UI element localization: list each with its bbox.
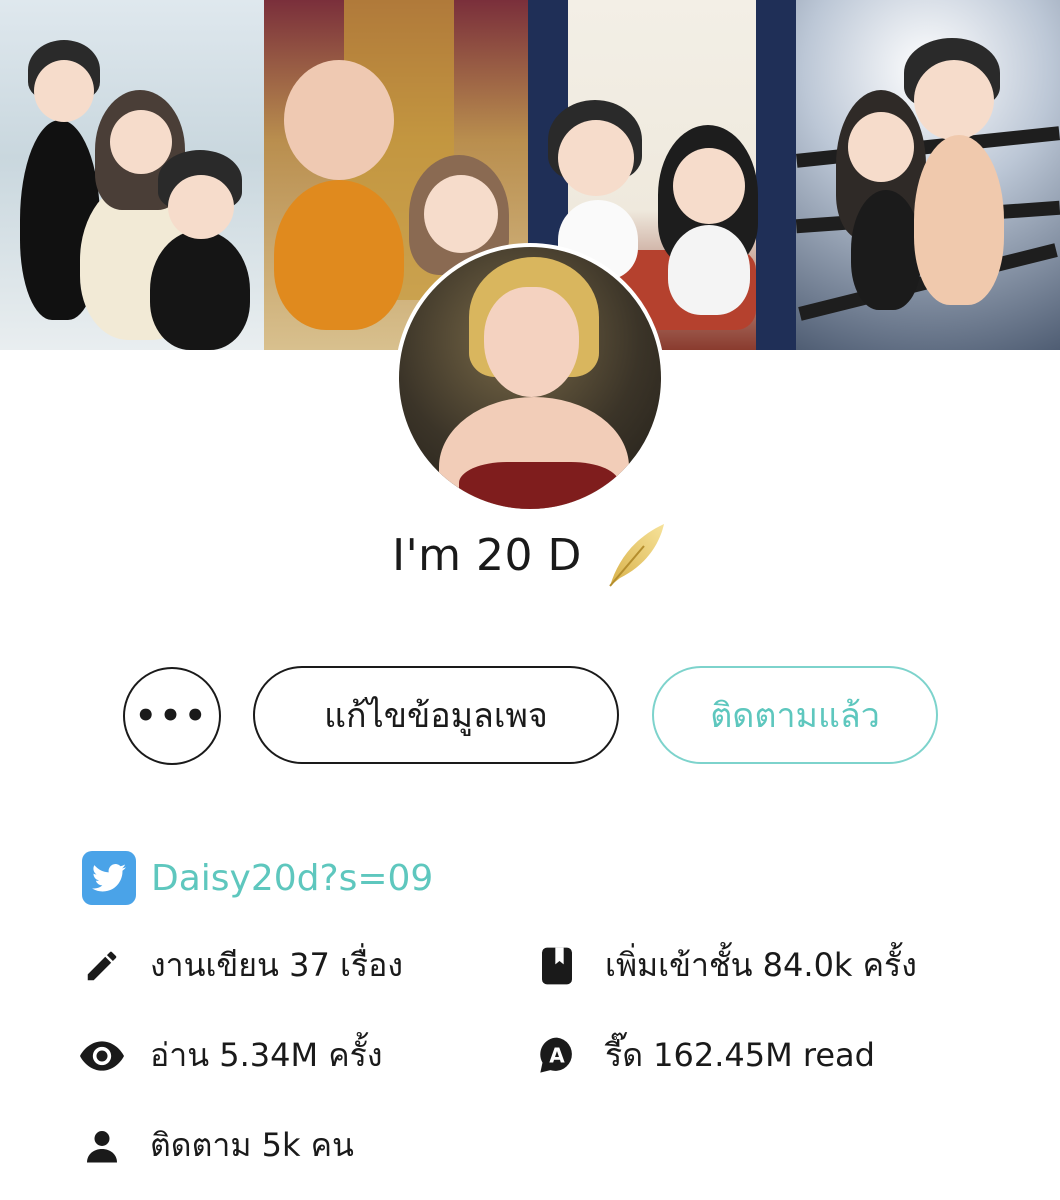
stat-shelf: เพิ่มเข้าชั้น 84.0k ครั้ง bbox=[535, 940, 917, 991]
svg-text:A: A bbox=[549, 1043, 565, 1067]
cover-illustration-1 bbox=[0, 0, 264, 350]
eye-icon bbox=[80, 1034, 124, 1078]
stat-shelf-text: เพิ่มเข้าชั้น 84.0k ครั้ง bbox=[605, 946, 917, 984]
book-icon bbox=[535, 944, 579, 988]
stat-followers-text: ติดตาม 5k คน bbox=[150, 1126, 354, 1164]
twitter-link[interactable]: Daisy20d?s=09 bbox=[82, 851, 433, 905]
stat-reads-text: อ่าน 5.34M ครั้ง bbox=[150, 1036, 383, 1074]
twitter-handle[interactable]: Daisy20d?s=09 bbox=[151, 858, 433, 899]
reaction-a-icon: A bbox=[535, 1034, 579, 1078]
pencil-icon bbox=[80, 944, 124, 988]
profile-avatar[interactable] bbox=[395, 243, 665, 513]
stat-reads-alt: A รี๊ด 162.45M read bbox=[535, 1030, 875, 1081]
stat-works: งานเขียน 37 เรื่อง bbox=[80, 940, 403, 991]
stat-reads-alt-text: รี๊ด 162.45M read bbox=[605, 1036, 875, 1074]
cover-illustration-4 bbox=[796, 0, 1060, 350]
stat-reads: อ่าน 5.34M ครั้ง bbox=[80, 1030, 382, 1081]
following-button[interactable]: ติดตามแล้ว bbox=[652, 666, 938, 764]
stat-works-text: งานเขียน 37 เรื่อง bbox=[150, 946, 403, 984]
profile-header: I'm 20 D bbox=[0, 515, 1060, 595]
gold-feather-icon bbox=[609, 524, 664, 587]
profile-name: I'm 20 D bbox=[392, 529, 582, 581]
stat-followers: ติดตาม 5k คน bbox=[80, 1120, 354, 1171]
more-options-button[interactable]: ••• bbox=[123, 667, 221, 765]
twitter-icon bbox=[82, 851, 136, 905]
edit-page-button[interactable]: แก้ไขข้อมูลเพจ bbox=[253, 666, 619, 764]
person-icon bbox=[80, 1124, 124, 1168]
